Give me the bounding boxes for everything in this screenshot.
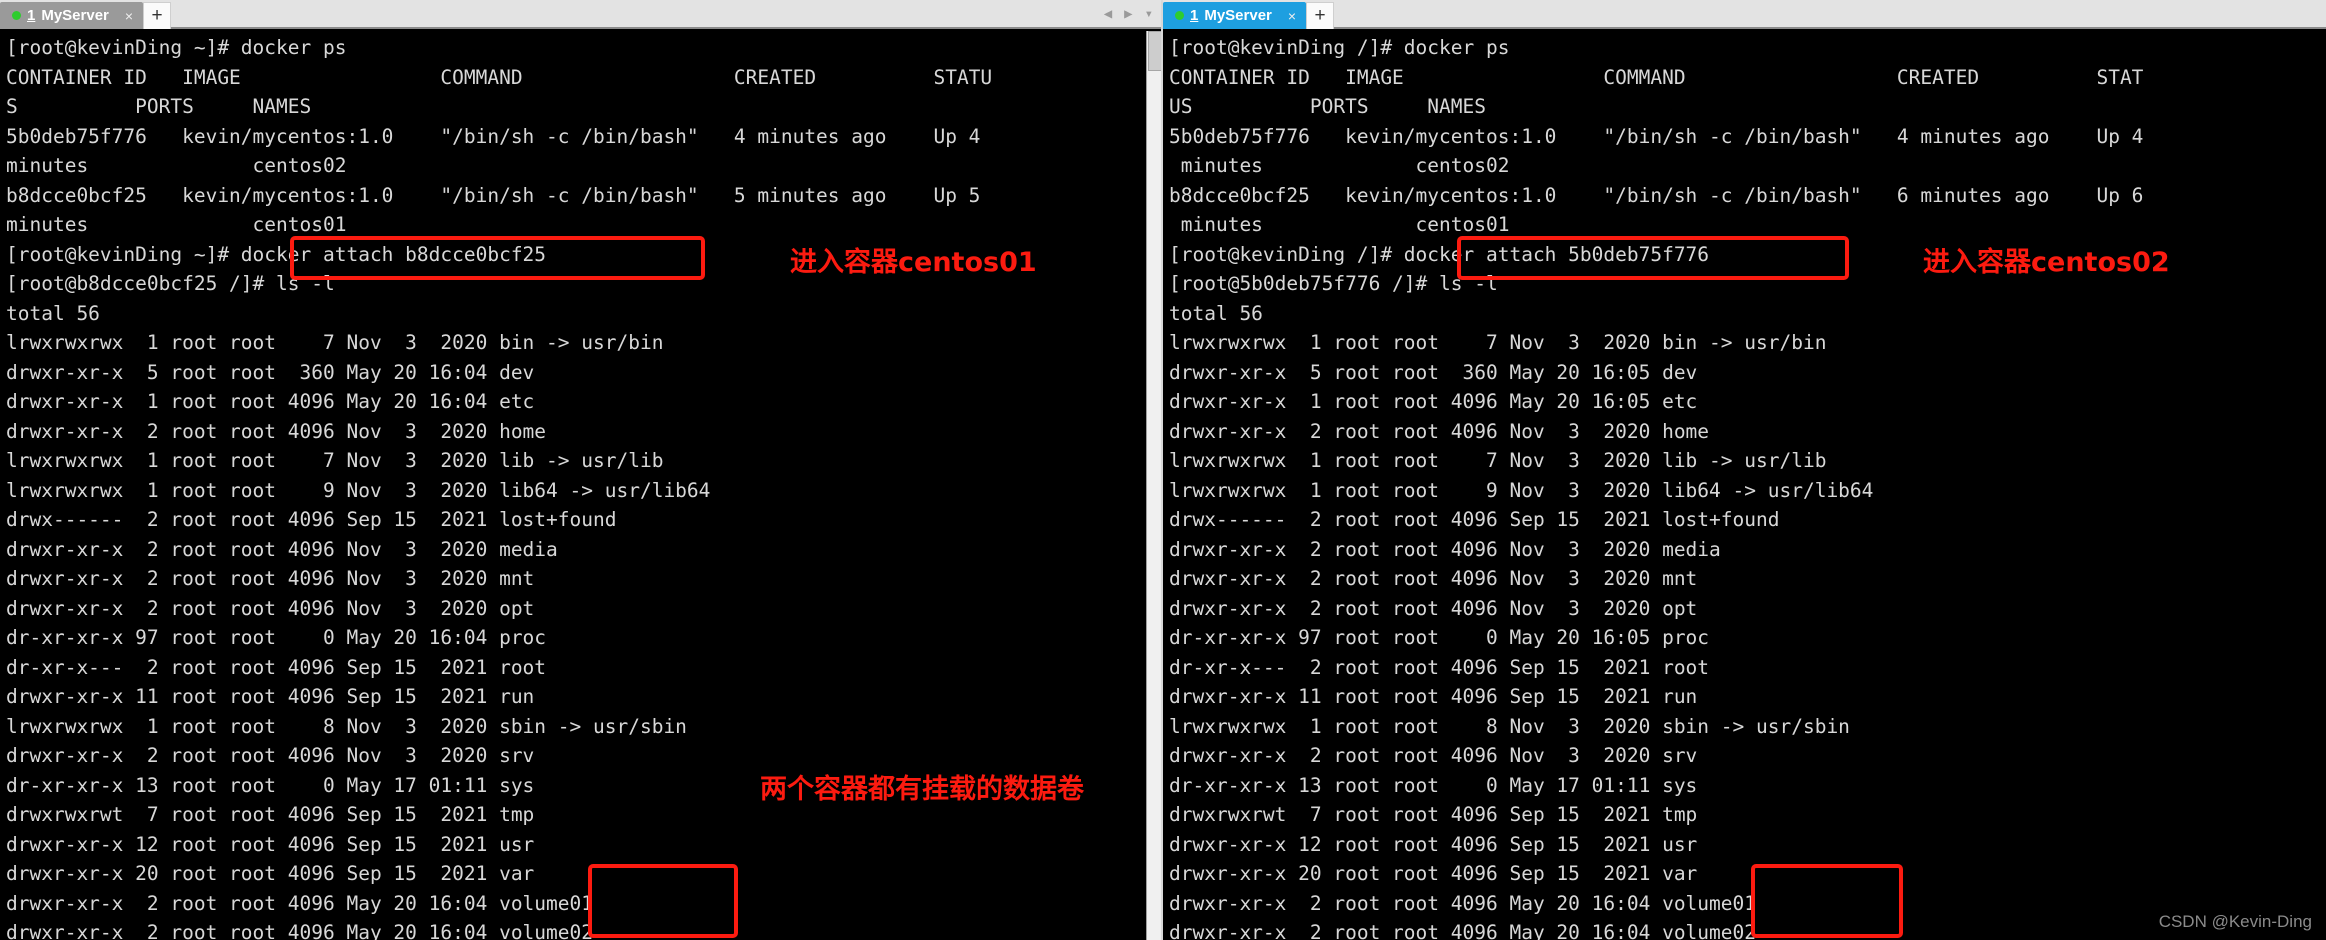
terminal-line: US PORTS NAMES <box>1169 95 1486 118</box>
new-tab-button[interactable]: + <box>143 2 172 29</box>
terminal-line: dr-xr-x--- 2 root root 4096 Sep 15 2021 … <box>1169 655 1710 679</box>
terminal-line: lrwxrwxrwx 1 root root 7 Nov 3 2020 lib … <box>1169 449 1827 472</box>
right-tab-bar-spacer <box>1334 0 2326 27</box>
terminal-line: dr-xr-x--- 2 root root 4096 Sep 15 2021 … <box>6 655 547 679</box>
terminal-line: lrwxrwxrwx 1 root root 8 Nov 3 2020 sbin… <box>6 714 687 738</box>
right-tab-label: MyServer <box>1204 7 1272 24</box>
terminal-line: drwxr-xr-x 20 root root 4096 Sep 15 2021… <box>1169 862 1698 885</box>
chevron-down-icon[interactable]: ▾ <box>1145 6 1153 22</box>
dual-terminal-window: 1 MyServer × + ◀ ▶ ▾ [root@kevinDing ~]#… <box>0 0 2326 940</box>
terminal-line: drwxr-xr-x 2 root root 4096 Nov 3 2020 h… <box>6 419 547 443</box>
terminal-line: CONTAINER ID IMAGE COMMAND CREATED STATU <box>6 65 993 89</box>
terminal-line: drwxr-xr-x 20 root root 4096 Sep 15 2021… <box>6 862 535 885</box>
left-tab-bar-spacer <box>171 0 1104 27</box>
terminal-line: drwxr-xr-x 2 root root 4096 May 20 16:04… <box>1169 921 1756 940</box>
right-attach-annotation: 进入容器centos02 <box>1923 247 2170 278</box>
terminal-line: drwxr-xr-x 2 root root 4096 Nov 3 2020 m… <box>1169 537 1721 561</box>
terminal-line: drwxr-xr-x 2 root root 4096 Nov 3 2020 h… <box>1169 419 1710 443</box>
terminal-line: drwxr-xr-x 2 root root 4096 Nov 3 2020 s… <box>1169 744 1698 767</box>
terminal-line: drwxr-xr-x 1 root root 4096 May 20 16:05… <box>1169 390 1698 413</box>
terminal-line: minutes centos02 <box>1169 154 1510 177</box>
new-tab-button[interactable]: + <box>1306 2 1335 29</box>
terminal-line: dr-xr-xr-x 97 root root 0 May 20 16:04 p… <box>6 626 547 649</box>
terminal-line: lrwxrwxrwx 1 root root 7 Nov 3 2020 bin … <box>6 331 664 354</box>
connection-status-dot-icon <box>1175 11 1184 20</box>
terminal-line: drwxr-xr-x 1 root root 4096 May 20 16:04… <box>6 390 535 413</box>
terminal-line: lrwxrwxrwx 1 root root 9 Nov 3 2020 lib6… <box>1169 478 1874 502</box>
terminal-line: drwxr-xr-x 2 root root 4096 Nov 3 2020 m… <box>1169 567 1698 590</box>
terminal-line: lrwxrwxrwx 1 root root 7 Nov 3 2020 bin … <box>1169 331 1827 354</box>
left-tab-label: MyServer <box>41 7 109 24</box>
connection-status-dot-icon <box>12 11 21 20</box>
terminal-line: drwxr-xr-x 2 root root 4096 Nov 3 2020 m… <box>6 537 558 561</box>
terminal-line: S PORTS NAMES <box>6 95 312 118</box>
chevron-right-icon[interactable]: ▶ <box>1124 6 1132 22</box>
left-tab-nav: ◀ ▶ ▾ <box>1104 0 1163 27</box>
left-tab-bar: 1 MyServer × + ◀ ▶ ▾ <box>0 0 1163 29</box>
terminal-line: drwxr-xr-x 12 root root 4096 Sep 15 2021… <box>6 832 535 856</box>
close-icon[interactable]: × <box>125 8 133 24</box>
chevron-left-icon[interactable]: ◀ <box>1104 6 1112 22</box>
terminal-line: drwxr-xr-x 5 root root 360 May 20 16:05 … <box>1169 360 1698 384</box>
terminal-line: b8dcce0bcf25 kevin/mycentos:1.0 "/bin/sh… <box>6 183 981 207</box>
terminal-line: minutes centos01 <box>6 213 347 236</box>
terminal-line: drwxr-xr-x 2 root root 4096 Nov 3 2020 m… <box>6 567 535 590</box>
right-tab-myserver[interactable]: 1 MyServer × <box>1163 2 1307 29</box>
terminal-line: total 56 <box>6 301 100 325</box>
left-attach-annotation: 进入容器centos01 <box>790 247 1037 278</box>
left-tab-number: 1 <box>27 7 36 24</box>
right-tab-bar: 1 MyServer × + <box>1163 0 2326 29</box>
terminal-line: b8dcce0bcf25 kevin/mycentos:1.0 "/bin/sh… <box>1169 183 2144 207</box>
terminal-line: total 56 <box>1169 301 1263 325</box>
terminal-line: drwxr-xr-x 2 root root 4096 May 20 16:04… <box>1169 891 1756 915</box>
terminal-line: drwxrwxrwt 7 root root 4096 Sep 15 2021 … <box>1169 803 1698 826</box>
left-terminal-pane: 1 MyServer × + ◀ ▶ ▾ [root@kevinDing ~]#… <box>0 0 1163 940</box>
terminal-line: [root@kevinDing /]# docker ps <box>1169 36 1510 59</box>
terminal-line: 5b0deb75f776 kevin/mycentos:1.0 "/bin/sh… <box>6 124 981 148</box>
right-terminal-output[interactable]: [root@kevinDing /]# docker ps CONTAINER I… <box>1163 29 2326 940</box>
volume-mount-annotation: 两个容器都有挂载的数据卷 <box>760 774 1084 805</box>
terminal-line: lrwxrwxrwx 1 root root 9 Nov 3 2020 lib6… <box>6 478 711 502</box>
terminal-line: drwxr-xr-x 2 root root 4096 Nov 3 2020 o… <box>1169 596 1698 620</box>
terminal-line: minutes centos01 <box>1169 213 1510 236</box>
terminal-line: [root@kevinDing ~]# docker ps <box>6 36 347 59</box>
terminal-line: CONTAINER ID IMAGE COMMAND CREATED STAT <box>1169 65 2144 89</box>
terminal-line: drwxr-xr-x 11 root root 4096 Sep 15 2021… <box>1169 685 1698 708</box>
terminal-line: drwx------ 2 root root 4096 Sep 15 2021 … <box>1169 508 1780 531</box>
terminal-line: drwxr-xr-x 2 root root 4096 Nov 3 2020 o… <box>6 596 535 620</box>
close-icon[interactable]: × <box>1288 8 1296 24</box>
terminal-line: lrwxrwxrwx 1 root root 8 Nov 3 2020 sbin… <box>1169 714 1850 738</box>
right-terminal-pane: 1 MyServer × + [root@kevinDing /]# docke… <box>1163 0 2326 940</box>
watermark: CSDN @Kevin-Ding <box>2158 912 2312 931</box>
terminal-line: dr-xr-xr-x 13 root root 0 May 17 01:11 s… <box>1169 773 1698 797</box>
terminal-line: drwx------ 2 root root 4096 Sep 15 2021 … <box>6 508 617 531</box>
terminal-line: drwxr-xr-x 2 root root 4096 May 20 16:04… <box>6 891 593 915</box>
terminal-line: drwxr-xr-x 12 root root 4096 Sep 15 2021… <box>1169 832 1698 856</box>
right-tab-number: 1 <box>1190 7 1199 24</box>
terminal-line: lrwxrwxrwx 1 root root 7 Nov 3 2020 lib … <box>6 449 664 472</box>
terminal-line: minutes centos02 <box>6 154 347 177</box>
terminal-line: drwxr-xr-x 2 root root 4096 May 20 16:04… <box>6 921 593 940</box>
terminal-line: dr-xr-xr-x 97 root root 0 May 20 16:05 p… <box>1169 626 1710 649</box>
terminal-line: drwxr-xr-x 11 root root 4096 Sep 15 2021… <box>6 685 535 708</box>
terminal-line: drwxr-xr-x 5 root root 360 May 20 16:04 … <box>6 360 535 384</box>
terminal-line: 5b0deb75f776 kevin/mycentos:1.0 "/bin/sh… <box>1169 124 2144 148</box>
left-tab-myserver[interactable]: 1 MyServer × <box>0 2 144 29</box>
